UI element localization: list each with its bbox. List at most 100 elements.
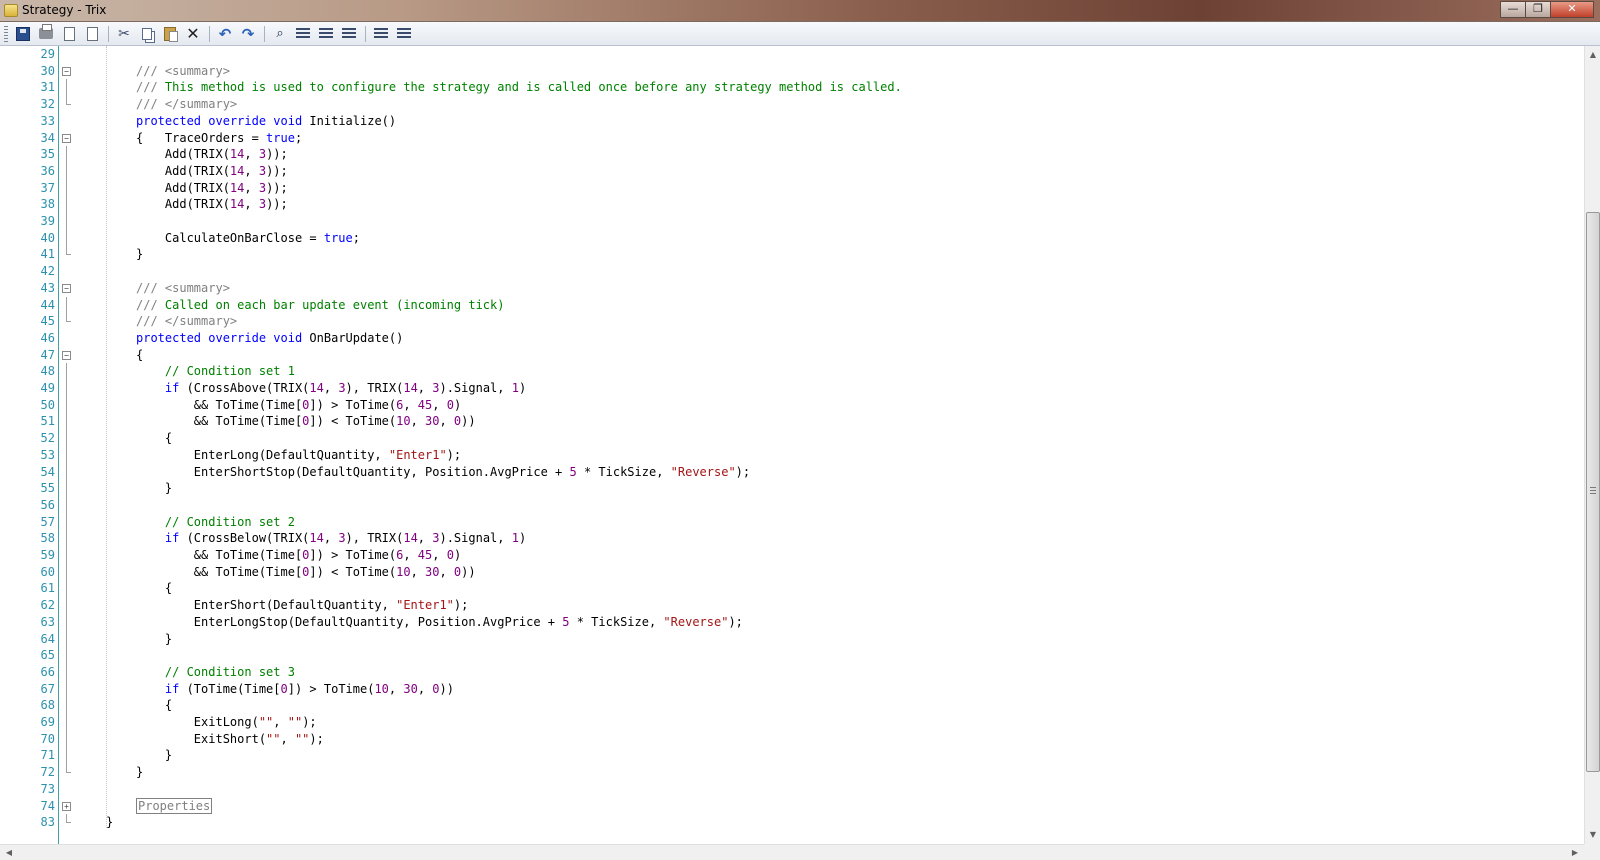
code-line[interactable]: 30− /// <summary> xyxy=(0,63,1584,80)
expand-icon[interactable]: + xyxy=(62,802,71,811)
code-line[interactable]: 55 } xyxy=(0,480,1584,497)
maximize-button[interactable]: ❐ xyxy=(1525,1,1551,18)
outdent-button[interactable] xyxy=(338,24,360,44)
print-button[interactable] xyxy=(35,24,57,44)
code-token: "" xyxy=(287,715,303,729)
vertical-scroll-thumb[interactable] xyxy=(1586,212,1600,772)
collapse-icon[interactable]: − xyxy=(62,134,71,143)
cut-icon: ✂ xyxy=(118,25,130,42)
code-line[interactable]: 74 + Properties xyxy=(0,798,1584,815)
code-line[interactable]: 72} xyxy=(0,764,1584,781)
delete-button[interactable]: ✕ xyxy=(182,24,204,44)
code-line[interactable]: 61 { xyxy=(0,580,1584,597)
fold-guide xyxy=(66,614,67,631)
code-line[interactable]: 83} xyxy=(0,814,1584,831)
collapse-icon[interactable]: − xyxy=(62,284,71,293)
code-line[interactable]: 67 if (ToTime(Time[0]) > ToTime(10, 30, … xyxy=(0,681,1584,698)
toolbar-separator xyxy=(209,25,210,42)
code-line[interactable]: 62 EnterShort(DefaultQuantity, "Enter1")… xyxy=(0,597,1584,614)
save-button[interactable] xyxy=(12,24,34,44)
code-line[interactable]: 40 CalculateOnBarClose = true; xyxy=(0,230,1584,247)
vertical-scrollbar[interactable]: ▲ ▼ xyxy=(1584,46,1600,844)
code-line[interactable]: 32 /// </summary> xyxy=(0,96,1584,113)
code-line[interactable]: 52 { xyxy=(0,430,1584,447)
code-token: ExitLong( xyxy=(136,715,259,729)
redo-button[interactable]: ↷ xyxy=(237,24,259,44)
code-line[interactable]: 64 } xyxy=(0,631,1584,648)
code-line[interactable]: 68 { xyxy=(0,697,1584,714)
code-line[interactable]: 70 ExitShort("", ""); xyxy=(0,731,1584,748)
code-text: EnterLongStop(DefaultQuantity, Position.… xyxy=(136,614,743,631)
code-line[interactable]: 54 EnterShortStop(DefaultQuantity, Posit… xyxy=(0,464,1584,481)
minimize-button[interactable]: — xyxy=(1500,1,1526,18)
code-line[interactable]: 35 Add(TRIX(14, 3)); xyxy=(0,146,1584,163)
code-token: true xyxy=(323,231,353,245)
code-line[interactable]: 53 EnterLong(DefaultQuantity, "Enter1"); xyxy=(0,447,1584,464)
code-line[interactable]: 71 } xyxy=(0,747,1584,764)
code-line[interactable]: 59 && ToTime(Time[0]) > ToTime(6, 45, 0) xyxy=(0,547,1584,564)
line-number: 38 xyxy=(40,197,55,211)
print-preview-button[interactable] xyxy=(58,24,80,44)
code-line[interactable]: 57 // Condition set 2 xyxy=(0,514,1584,531)
code-token: Add(TRIX( xyxy=(136,181,230,195)
code-line[interactable]: 63 EnterLongStop(DefaultQuantity, Positi… xyxy=(0,614,1584,631)
code-token: ); xyxy=(728,615,743,629)
code-line[interactable]: 48 // Condition set 1 xyxy=(0,363,1584,380)
code-line[interactable]: 60 && ToTime(Time[0]) < ToTime(10, 30, 0… xyxy=(0,564,1584,581)
code-line[interactable]: 49 if (CrossAbove(TRIX(14, 3), TRIX(14, … xyxy=(0,380,1584,397)
code-line[interactable]: 37 Add(TRIX(14, 3)); xyxy=(0,180,1584,197)
code-text: Add(TRIX(14, 3)); xyxy=(136,180,288,197)
paste-button[interactable] xyxy=(159,24,181,44)
code-line[interactable]: 66 // Condition set 3 xyxy=(0,664,1584,681)
code-line[interactable]: 34− { TraceOrders = true; xyxy=(0,130,1584,147)
code-line[interactable]: 51 && ToTime(Time[0]) < ToTime(10, 30, 0… xyxy=(0,413,1584,430)
horizontal-scrollbar[interactable]: ◀ ▶ xyxy=(0,844,1584,860)
code-text: } xyxy=(136,747,172,764)
fold-end-marker xyxy=(66,313,71,322)
code-line[interactable]: 29 xyxy=(0,46,1584,63)
toolbar-grip[interactable] xyxy=(4,25,8,42)
code-line[interactable]: 43− /// <summary> xyxy=(0,280,1584,297)
code-line[interactable]: 69 ExitLong("", ""); xyxy=(0,714,1584,731)
replace-button[interactable] xyxy=(292,24,314,44)
close-button[interactable]: ✕ xyxy=(1550,1,1594,18)
code-line[interactable]: 33 protected override void Initialize() xyxy=(0,113,1584,130)
scroll-down-arrow-icon[interactable]: ▼ xyxy=(1588,830,1598,840)
code-line[interactable]: 56 xyxy=(0,497,1584,514)
cut-button[interactable]: ✂ xyxy=(113,24,135,44)
code-line[interactable]: 39 xyxy=(0,213,1584,230)
code-line[interactable]: 36 Add(TRIX(14, 3)); xyxy=(0,163,1584,180)
code-line[interactable]: 65 xyxy=(0,647,1584,664)
code-line[interactable]: 31 /// This method is used to configure t… xyxy=(0,79,1584,96)
line-number: 67 xyxy=(40,682,55,696)
uncomment-button[interactable] xyxy=(393,24,415,44)
collapse-icon[interactable]: − xyxy=(62,351,71,360)
scroll-up-arrow-icon[interactable]: ▲ xyxy=(1588,50,1598,60)
code-line[interactable]: 50 && ToTime(Time[0]) > ToTime(6, 45, 0) xyxy=(0,397,1584,414)
code-token: <summary> xyxy=(164,64,230,78)
collapse-icon[interactable]: − xyxy=(62,67,71,76)
code-line[interactable]: 73 xyxy=(0,781,1584,798)
code-line[interactable]: 42 xyxy=(0,263,1584,280)
code-line[interactable]: 44 /// Called on each bar update event (i… xyxy=(0,297,1584,314)
code-token: (ToTime(Time[ xyxy=(179,682,281,696)
line-number: 31 xyxy=(40,80,55,94)
indent-button[interactable] xyxy=(315,24,337,44)
code-token: ), TRIX( xyxy=(345,381,404,395)
export-button[interactable] xyxy=(81,24,103,44)
comment-button[interactable] xyxy=(370,24,392,44)
undo-button[interactable]: ↶ xyxy=(214,24,236,44)
copy-button[interactable] xyxy=(136,24,158,44)
find-button[interactable]: ⌕ xyxy=(269,24,291,44)
code-line[interactable]: 46 protected override void OnBarUpdate() xyxy=(0,330,1584,347)
collapsed-region[interactable]: Properties xyxy=(136,798,213,814)
scroll-right-arrow-icon[interactable]: ▶ xyxy=(1570,848,1580,858)
code-line[interactable]: 38 Add(TRIX(14, 3)); xyxy=(0,196,1584,213)
code-line[interactable]: 41} xyxy=(0,246,1584,263)
code-editor[interactable]: 29 30−/// <summary> 31/// This method is u… xyxy=(0,46,1584,844)
scroll-left-arrow-icon[interactable]: ◀ xyxy=(4,848,14,858)
code-line[interactable]: 47− { xyxy=(0,347,1584,364)
code-line[interactable]: 58 if (CrossBelow(TRIX(14, 3), TRIX(14, … xyxy=(0,530,1584,547)
fold-guide xyxy=(66,163,67,180)
code-line[interactable]: 45 /// </summary> xyxy=(0,313,1584,330)
